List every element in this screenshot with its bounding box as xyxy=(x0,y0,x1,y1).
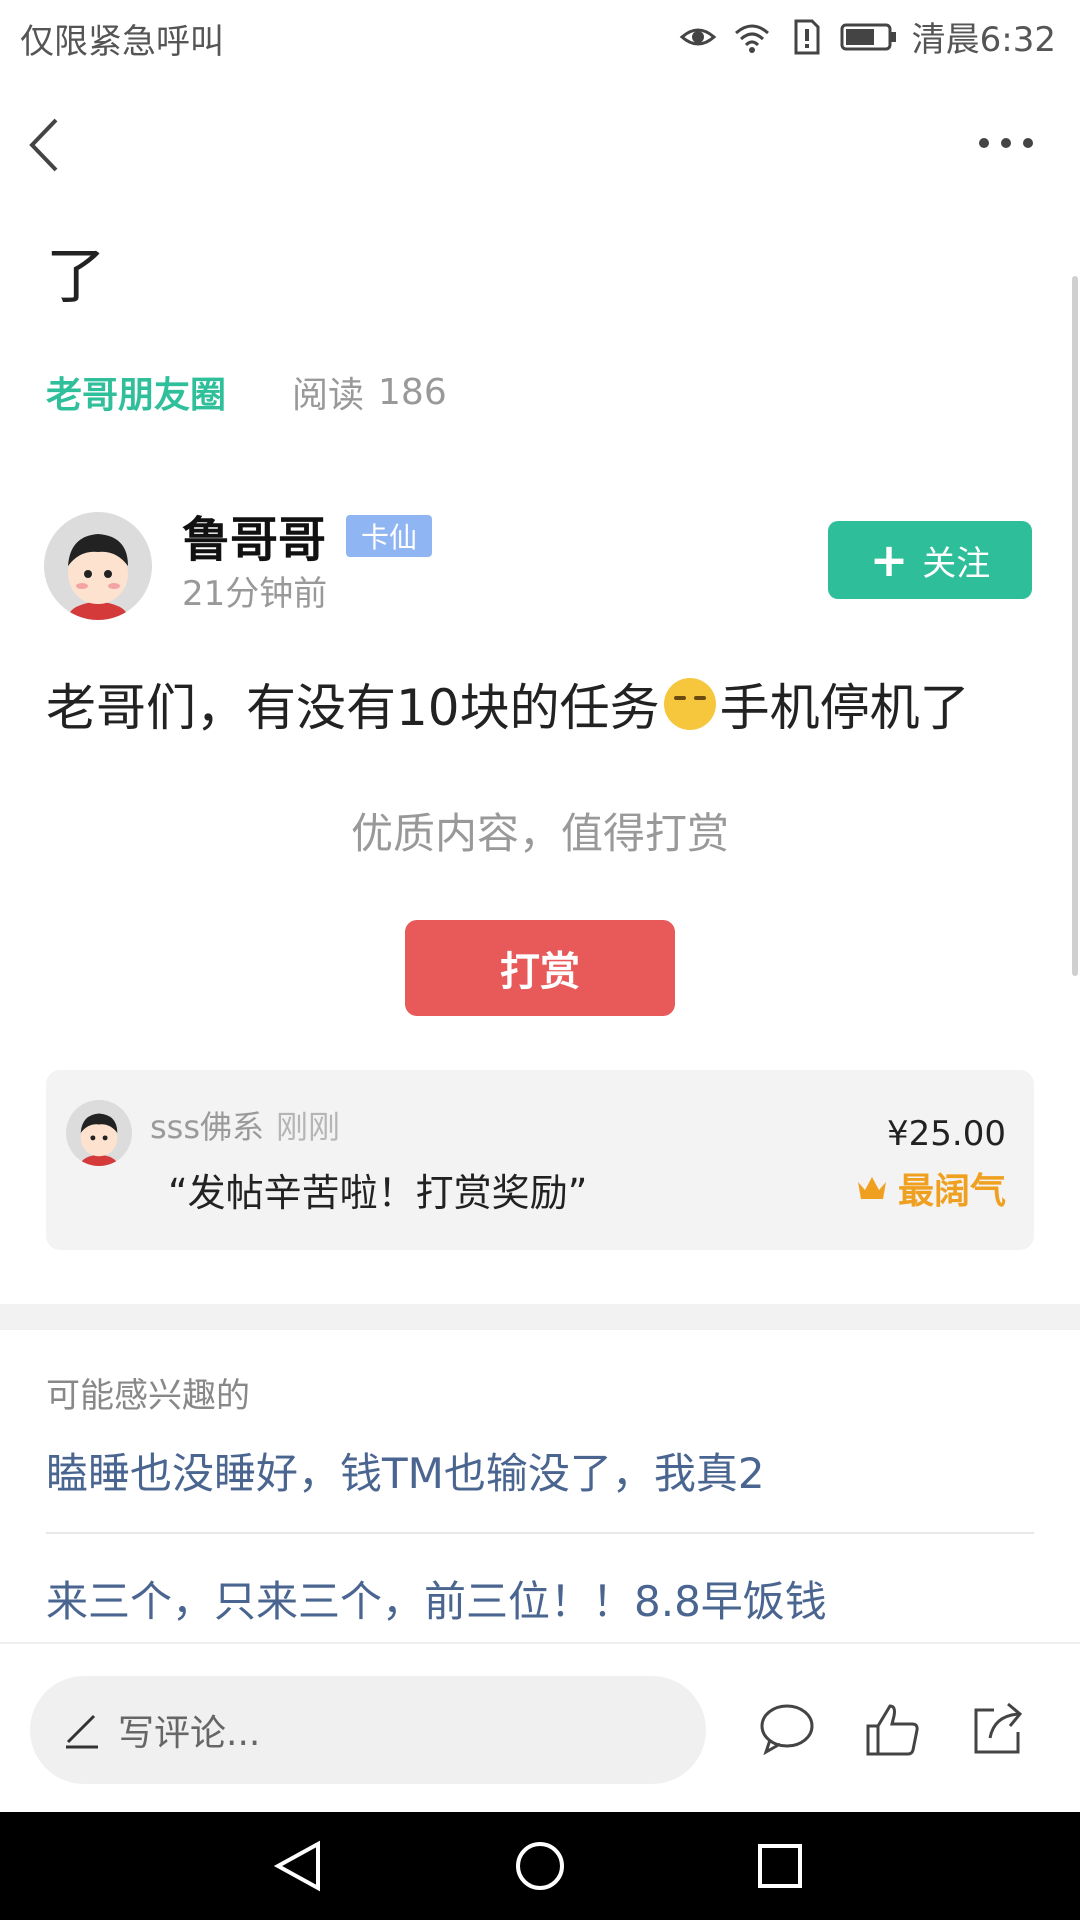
sim-alert-icon xyxy=(794,19,820,54)
system-nav-bar xyxy=(0,1812,1080,1920)
reward-amount: ¥25.00 xyxy=(887,1114,1006,1154)
top-nav-bar xyxy=(0,100,1080,190)
more-horizontal-icon[interactable] xyxy=(974,128,1038,158)
reward-message: “发帖辛苦啦！打赏奖励” xyxy=(168,1171,588,1215)
post-title: 了 xyxy=(46,242,106,312)
like-icon[interactable] xyxy=(864,1700,922,1758)
back-triangle-icon[interactable] xyxy=(270,1838,326,1894)
comment-placeholder: 写评论... xyxy=(118,1713,261,1754)
reward-tag-label: 最阔气 xyxy=(897,1171,1006,1212)
reward-tag: 最阔气 xyxy=(856,1162,1006,1214)
recommend-item[interactable]: 来三个，只来三个，前三位！！8.8早饭钱 xyxy=(46,1568,827,1629)
rewarder-avatar[interactable] xyxy=(66,1100,132,1166)
avatar-illustration xyxy=(66,1100,132,1166)
comment-bar: 写评论... xyxy=(0,1642,1080,1812)
carrier-text: 仅限紧急呼叫 xyxy=(20,22,224,62)
recommend-item[interactable]: 瞌睡也没睡好，钱TM也输没了，我真2 xyxy=(46,1440,765,1501)
share-icon[interactable] xyxy=(968,1700,1026,1758)
status-icons: 清晨6:32 xyxy=(678,12,1056,61)
recommend-section-label: 可能感兴趣的 xyxy=(46,1376,250,1416)
read-count: 186 xyxy=(378,371,447,413)
follow-button[interactable]: + 关注 xyxy=(828,521,1032,599)
crown-icon xyxy=(857,1177,886,1199)
reward-button[interactable]: 打赏 xyxy=(405,920,675,1016)
rewarder-line: sss佛系 刚刚 xyxy=(150,1102,340,1148)
reward-record-card: sss佛系 刚刚 “发帖辛苦啦！打赏奖励” ¥25.00 最阔气 xyxy=(46,1070,1034,1250)
section-divider xyxy=(0,1304,1080,1330)
scrollbar[interactable] xyxy=(1072,276,1078,976)
post-body-text-2: 手机停机了 xyxy=(719,679,970,737)
read-label: 阅读 xyxy=(292,375,365,416)
chevron-left-icon[interactable] xyxy=(26,112,76,178)
plus-icon: + xyxy=(869,533,909,587)
category-link[interactable]: 老哥朋友圈 xyxy=(46,366,226,418)
status-bar: 仅限紧急呼叫 清晨6:32 xyxy=(0,0,1080,76)
avatar-illustration xyxy=(44,512,152,620)
wifi-icon xyxy=(734,24,769,53)
home-circle-icon[interactable] xyxy=(512,1838,568,1894)
battery-icon xyxy=(840,23,896,50)
comment-icon[interactable] xyxy=(758,1700,816,1758)
reward-time: 刚刚 xyxy=(276,1108,341,1146)
recommend-divider xyxy=(46,1532,1034,1534)
comment-input[interactable]: 写评论... xyxy=(30,1676,706,1784)
author-badge: 卡仙 xyxy=(346,515,432,557)
post-body: 老哥们，有没有10块的任务 手机停机了 xyxy=(46,668,970,740)
reward-hint: 优质内容，值得打赏 xyxy=(350,809,729,858)
follow-label: 关注 xyxy=(922,543,991,584)
status-time: 清晨6:32 xyxy=(911,20,1056,60)
post-meta: 老哥朋友圈 阅读 186 xyxy=(46,366,447,418)
post-body-text-1: 老哥们，有没有10块的任务 xyxy=(46,679,660,737)
author-name[interactable]: 鲁哥哥 xyxy=(182,500,326,570)
author-avatar[interactable] xyxy=(44,512,152,620)
rewarder-name[interactable]: sss佛系 xyxy=(150,1108,264,1146)
pen-icon xyxy=(66,1714,98,1749)
recents-square-icon[interactable] xyxy=(752,1838,808,1894)
post-time: 21分钟前 xyxy=(182,574,328,614)
eye-icon xyxy=(679,28,716,45)
sweat-smile-emoji-icon xyxy=(663,678,716,730)
